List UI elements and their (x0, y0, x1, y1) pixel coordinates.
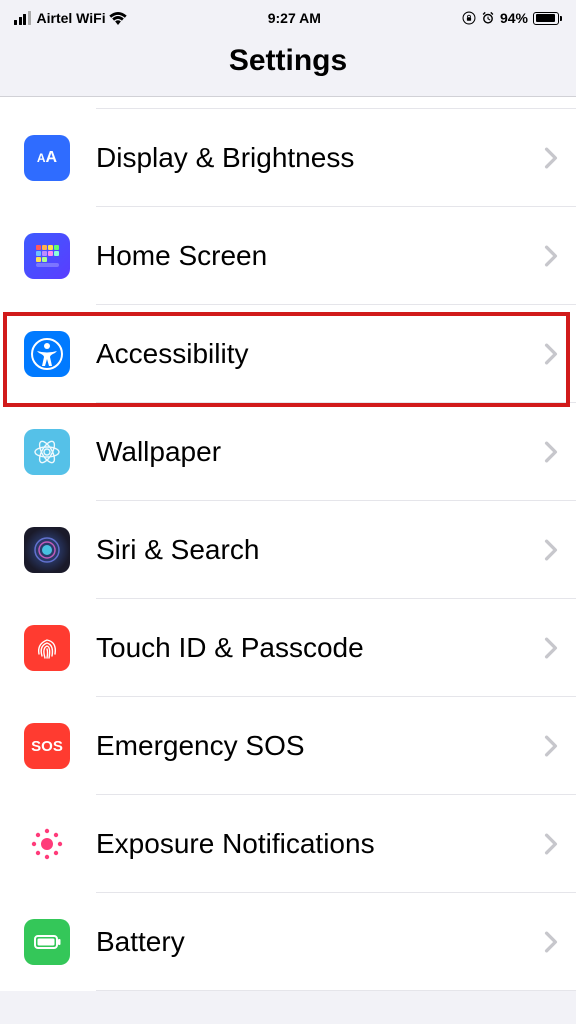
signal-icon (14, 11, 31, 25)
row-label: Emergency SOS (96, 730, 544, 762)
chevron-right-icon (544, 833, 558, 855)
sos-icon: SOS (24, 723, 70, 769)
accessibility-icon (24, 331, 70, 377)
siri-icon (24, 527, 70, 573)
display-brightness-icon: AA (24, 135, 70, 181)
row-emergency-sos[interactable]: SOS Emergency SOS (0, 697, 576, 795)
settings-list: AA Display & Brightness Home Screen Acce… (0, 97, 576, 991)
row-label: Siri & Search (96, 534, 544, 566)
row-label: Exposure Notifications (96, 828, 544, 860)
battery-pct: 94% (500, 10, 528, 26)
wallpaper-icon (24, 429, 70, 475)
navbar: Settings (0, 30, 576, 97)
chevron-right-icon (544, 147, 558, 169)
status-left: Airtel WiFi (14, 10, 127, 26)
chevron-right-icon (544, 931, 558, 953)
chevron-right-icon (544, 441, 558, 463)
wifi-icon (109, 12, 127, 25)
row-exposure-notifications[interactable]: Exposure Notifications (0, 795, 576, 893)
row-accessibility[interactable]: Accessibility (0, 305, 576, 403)
status-right: 94% (462, 10, 562, 26)
battery-icon (533, 12, 562, 25)
chevron-right-icon (544, 343, 558, 365)
chevron-right-icon (544, 539, 558, 561)
touch-id-icon (24, 625, 70, 671)
home-screen-icon (24, 233, 70, 279)
row-siri-search[interactable]: Siri & Search (0, 501, 576, 599)
row-label: Battery (96, 926, 544, 958)
row-label: Accessibility (96, 338, 544, 370)
chevron-right-icon (544, 735, 558, 757)
row-label: Wallpaper (96, 436, 544, 468)
chevron-right-icon (544, 637, 558, 659)
row-home-screen[interactable]: Home Screen (0, 207, 576, 305)
exposure-icon (24, 821, 70, 867)
page-title: Settings (0, 44, 576, 78)
battery-settings-icon (24, 919, 70, 965)
row-display-brightness[interactable]: AA Display & Brightness (0, 109, 576, 207)
row-touch-id-passcode[interactable]: Touch ID & Passcode (0, 599, 576, 697)
carrier-label: Airtel WiFi (37, 10, 106, 26)
section-boundary (96, 97, 576, 109)
status-bar: Airtel WiFi 9:27 AM 94% (0, 0, 576, 30)
row-battery[interactable]: Battery (0, 893, 576, 991)
row-wallpaper[interactable]: Wallpaper (0, 403, 576, 501)
row-label: Touch ID & Passcode (96, 632, 544, 664)
row-label: Display & Brightness (96, 142, 544, 174)
chevron-right-icon (544, 245, 558, 267)
row-label: Home Screen (96, 240, 544, 272)
rotation-lock-icon (462, 11, 476, 25)
status-time: 9:27 AM (268, 10, 321, 26)
alarm-icon (481, 11, 495, 25)
